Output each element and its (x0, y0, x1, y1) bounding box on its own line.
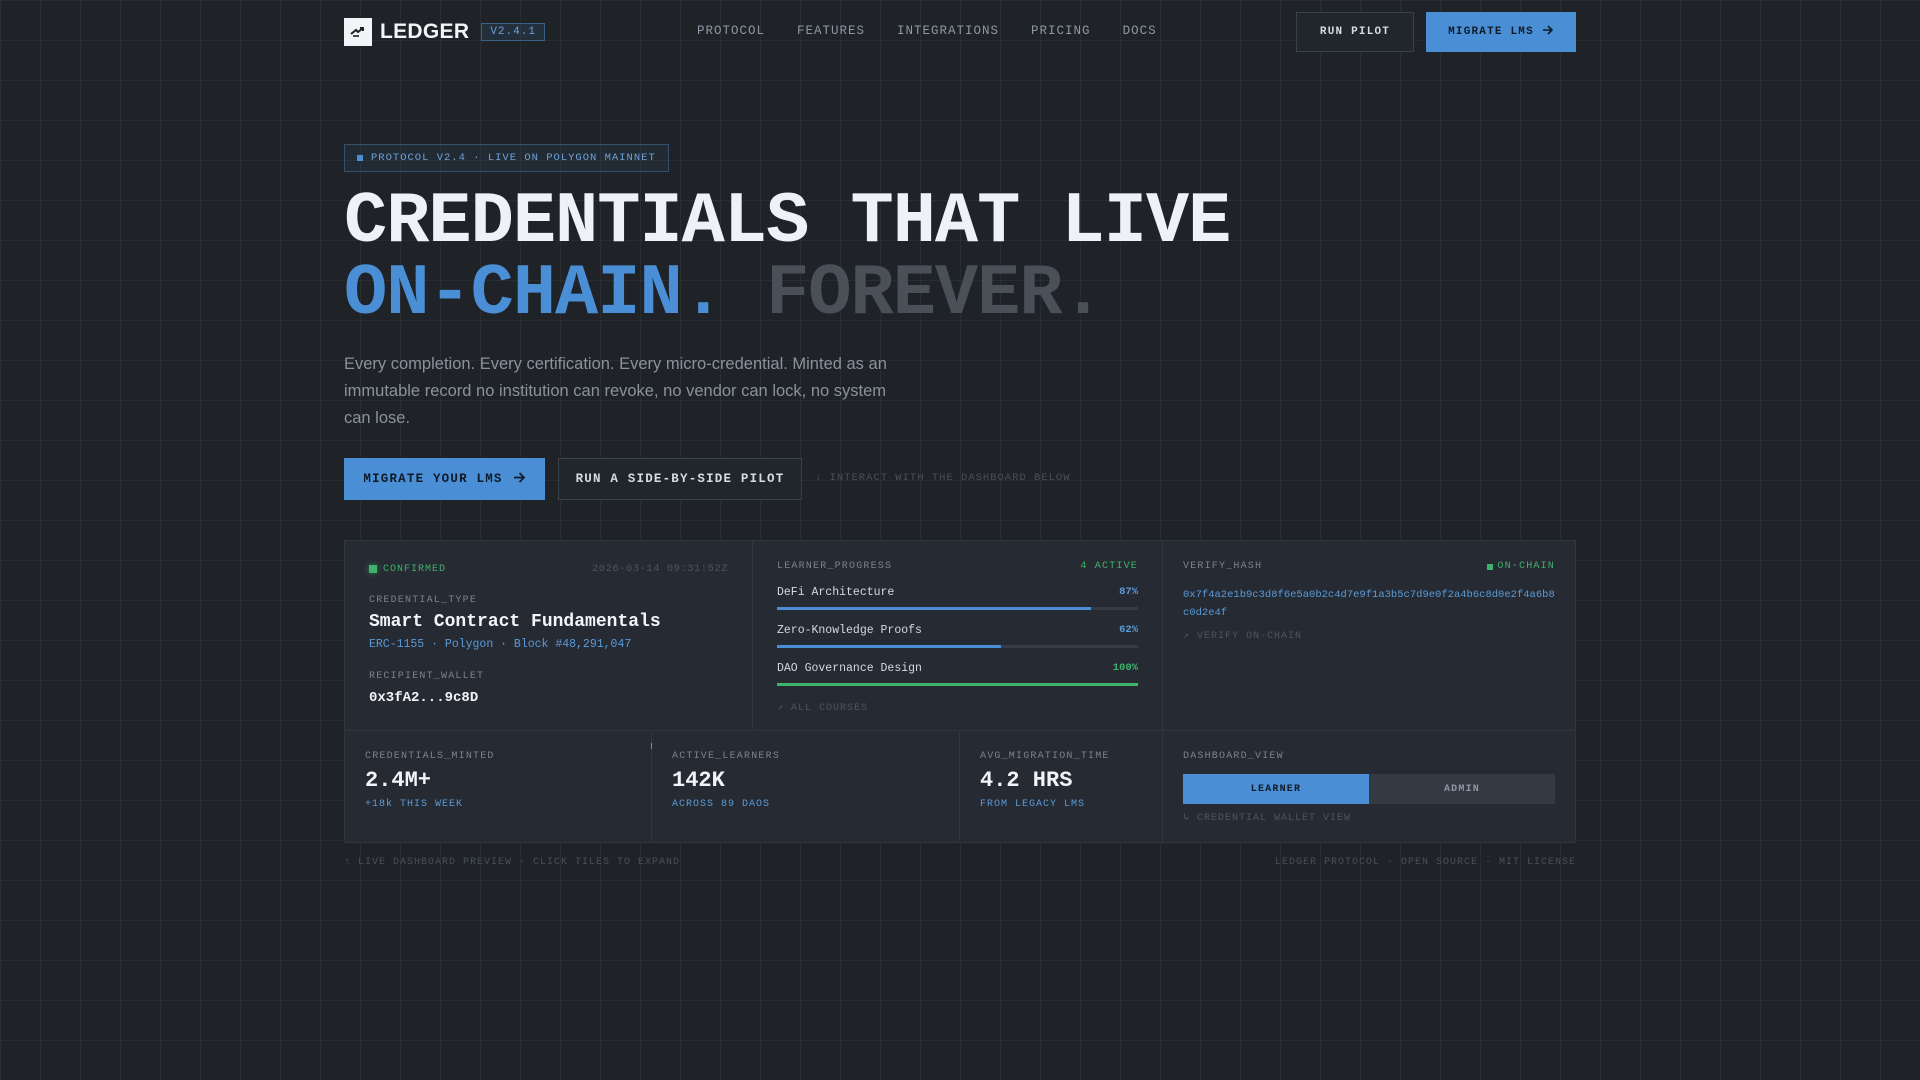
stat-value: 142K (672, 768, 725, 793)
status-dot-icon (357, 155, 363, 161)
stat-active-learners[interactable]: ACTIVE_LEARNERS 142K ACROSS 89 DAOS (652, 731, 960, 843)
confirmed-dot-icon (369, 565, 377, 573)
dashboard-view-card: DASHBOARD_VIEW LEARNER ADMIN ↳ CREDENTIA… (1163, 731, 1575, 843)
progress-bar (777, 683, 1138, 686)
tab-learner[interactable]: LEARNER (1183, 774, 1369, 804)
stat-label: AVG_MIGRATION_TIME (980, 751, 1110, 762)
stat-value: 2.4M+ (365, 768, 432, 793)
course-progress: Zero-Knowledge Proofs 62% (777, 624, 1138, 648)
footer-note-left: ↑ LIVE DASHBOARD PREVIEW · CLICK TILES T… (344, 857, 681, 868)
migrate-lms-button[interactable]: MIGRATE LMS (1426, 12, 1576, 52)
stat-sub: FROM LEGACY LMS (980, 799, 1086, 810)
learner-progress-label: LEARNER_PROGRESS (777, 561, 893, 572)
footer-note-right: LEDGER PROTOCOL · OPEN SOURCE · MIT LICE… (1274, 857, 1576, 868)
on-chain-dot-icon (1487, 563, 1494, 570)
stat-sub: ACROSS 89 DAOS (672, 799, 771, 810)
headline-on-chain: ON-CHAIN. (344, 253, 725, 335)
course-percent: 62% (1119, 624, 1138, 636)
on-chain-status: ON-CHAIN (1487, 561, 1555, 572)
nav-link-pricing[interactable]: PRICING (1031, 24, 1091, 38)
run-side-by-side-pilot-button[interactable]: RUN A SIDE-BY-SIDE PILOT (558, 458, 802, 500)
progress-bar (777, 645, 1138, 648)
course-progress: DeFi Architecture 87% (777, 586, 1138, 610)
confirmed-text: CONFIRMED (383, 563, 447, 575)
verify-hash-label: VERIFY_HASH (1183, 561, 1263, 572)
credential-type-label: CREDENTIAL_TYPE (369, 595, 478, 606)
course-name: Zero-Knowledge Proofs (777, 624, 922, 637)
verify-on-chain-link[interactable]: ↗ VERIFY ON-CHAIN (1183, 630, 1555, 642)
protocol-badge: PROTOCOL V2.4 · LIVE ON POLYGON MAINNET (344, 144, 669, 172)
migrate-your-lms-button[interactable]: MIGRATE YOUR LMS (344, 458, 545, 500)
credential-hash: 0x7f4a2e1b9c3d8f6e5a0b2c4d7e9f1a3b5c7d9e… (1183, 589, 1555, 619)
stat-label: CREDENTIALS_MINTED (365, 751, 495, 762)
progress-fill (777, 645, 1001, 648)
run-pilot-label: RUN PILOT (1319, 26, 1391, 38)
active-count: 4 ACTIVE (1080, 561, 1138, 572)
arrow-right-icon (1542, 25, 1554, 39)
brand-logo[interactable]: LEDGER V2.4.1 (344, 18, 545, 46)
version-badge: V2.4.1 (481, 23, 545, 41)
protocol-badge-text: PROTOCOL V2.4 · LIVE ON POLYGON MAINNET (371, 152, 656, 164)
credential-timestamp: 2026-03-14 09:31:52Z (591, 563, 728, 575)
dashboard-hint: ↓ INTERACT WITH THE DASHBOARD BELOW (815, 472, 1071, 484)
view-toggle: LEARNER ADMIN (1183, 774, 1555, 804)
recipient-wallet-label: RECIPIENT_WALLET (369, 671, 485, 682)
progress-fill (777, 607, 1092, 610)
learner-progress-card[interactable]: LEARNER_PROGRESS 4 ACTIVE DeFi Architect… (753, 541, 1163, 731)
confirmed-status: CONFIRMED (369, 564, 446, 575)
course-name: DeFi Architecture (777, 586, 895, 599)
course-percent: 100% (1112, 662, 1138, 674)
stat-credentials-minted[interactable]: CREDENTIALS_MINTED 2.4M+ +18k THIS WEEK (345, 731, 653, 843)
headline-forever: FOREVER. (766, 253, 1105, 335)
credential-meta: ERC-1155 · Polygon · Block #48,291,047 (369, 638, 632, 651)
run-side-by-side-pilot-label: RUN A SIDE-BY-SIDE PILOT (575, 472, 785, 486)
credential-card[interactable]: CONFIRMED 2026-03-14 09:31:52Z CREDENTIA… (345, 541, 753, 731)
course-progress: DAO Governance Design 100% (777, 662, 1138, 686)
nav-links: PROTOCOL FEATURES INTEGRATIONS PRICING D… (697, 24, 1157, 38)
migrate-your-lms-label: MIGRATE YOUR LMS (363, 472, 503, 486)
on-chain-text: ON-CHAIN (1497, 561, 1555, 572)
hero-subtitle: Every completion. Every certification. E… (344, 355, 887, 427)
headline-line-1: CREDENTIALS THAT LIVE (344, 181, 1231, 263)
brand-name: LEDGER (380, 20, 470, 43)
all-courses-link[interactable]: ↗ ALL COURSES (777, 702, 1138, 714)
dashboard-preview: CONFIRMED 2026-03-14 09:31:52Z CREDENTIA… (344, 540, 1576, 843)
course-percent: 87% (1119, 586, 1138, 598)
recipient-wallet: 0x3fA2...9c8D (369, 690, 479, 706)
progress-fill (777, 683, 1138, 686)
top-nav: LEDGER V2.4.1 PROTOCOL FEATURES INTEGRAT… (344, 12, 1576, 52)
stat-value: 4.2 HRS (980, 768, 1073, 793)
chain-link-icon (344, 18, 372, 46)
dashboard-view-label: DASHBOARD_VIEW (1183, 751, 1284, 762)
stat-avg-migration-time[interactable]: AVG_MIGRATION_TIME 4.2 HRS FROM LEGACY L… (960, 731, 1163, 843)
course-name: DAO Governance Design (777, 662, 922, 675)
run-pilot-button[interactable]: RUN PILOT (1296, 12, 1414, 52)
migrate-lms-label: MIGRATE LMS (1448, 26, 1534, 38)
nav-link-features[interactable]: FEATURES (797, 24, 865, 38)
tab-admin[interactable]: ADMIN (1369, 774, 1555, 804)
nav-link-docs[interactable]: DOCS (1123, 24, 1157, 38)
view-caption: ↳ CREDENTIAL WALLET VIEW (1183, 813, 1352, 824)
stat-sub: +18k THIS WEEK (365, 799, 464, 810)
progress-bar (777, 607, 1138, 610)
hero-headline: CREDENTIALS THAT LIVE ON-CHAIN. FOREVER. (344, 181, 1231, 330)
nav-link-protocol[interactable]: PROTOCOL (697, 24, 765, 38)
stat-label: ACTIVE_LEARNERS (672, 751, 781, 762)
credential-title: Smart Contract Fundamentals (369, 612, 661, 632)
verify-hash-card[interactable]: VERIFY_HASH ON-CHAIN 0x7f4a2e1b9c3d8f6e5… (1163, 541, 1575, 731)
arrow-right-icon (513, 471, 526, 487)
nav-link-integrations[interactable]: INTEGRATIONS (897, 24, 999, 38)
